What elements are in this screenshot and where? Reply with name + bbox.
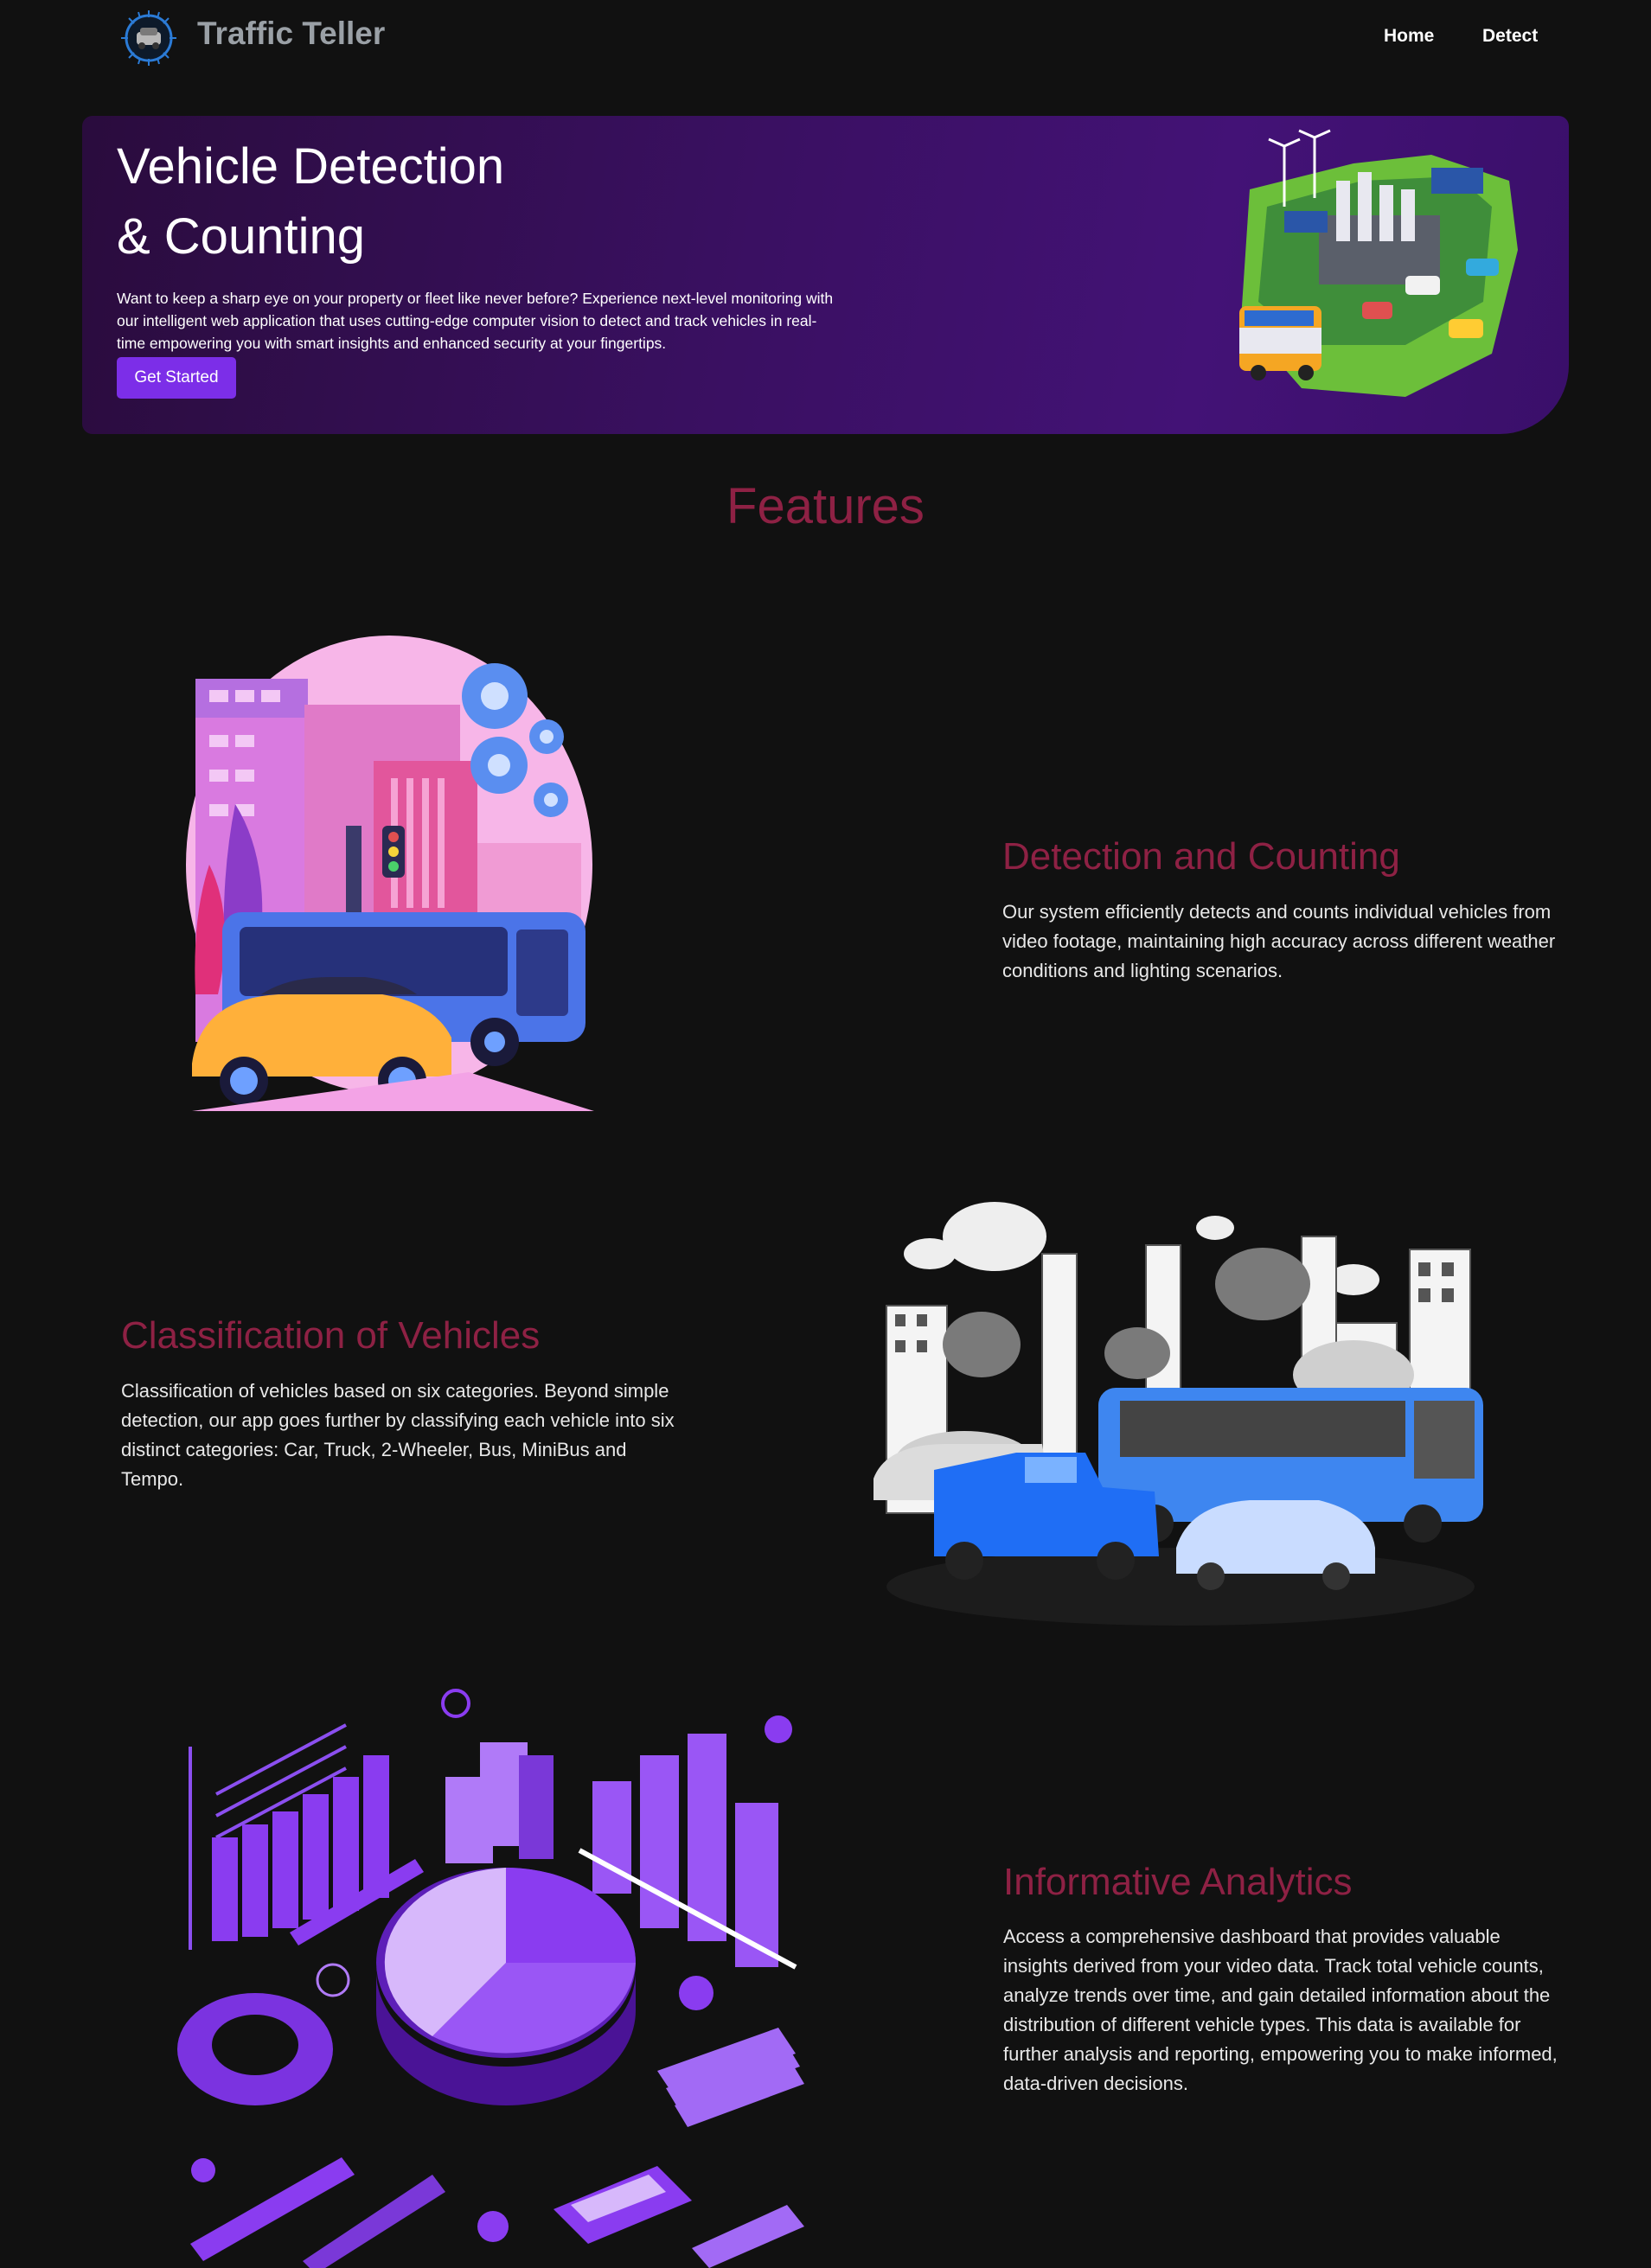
nav-link-home[interactable]: Home — [1384, 26, 1434, 47]
smart-city-illustration — [1239, 129, 1518, 397]
feature-heading-detection: Detection and Counting — [1002, 835, 1400, 878]
get-started-button[interactable]: Get Started — [117, 357, 236, 399]
feature-text-detection: Our system efficiently detects and count… — [1002, 901, 1556, 981]
nav-link-detect[interactable]: Detect — [1482, 26, 1538, 47]
vehicles-city-illustration — [873, 1202, 1483, 1626]
feature-text-analytics: Access a comprehensive dashboard that pr… — [1003, 1926, 1558, 2094]
hero-banner: Vehicle Detection & Counting Want to kee… — [82, 116, 1569, 434]
navbar: Traffic Teller Home Detect — [0, 0, 1651, 74]
feature-heading-analytics: Informative Analytics — [1003, 1861, 1353, 1903]
hero-title-line1: Vehicle Detection — [117, 138, 505, 195]
hero-description: Want to keep a sharp eye on your propert… — [117, 289, 834, 352]
brand-name[interactable]: Traffic Teller — [197, 16, 385, 52]
features-title: Features — [726, 478, 925, 534]
hero-title: Vehicle Detection & Counting — [117, 131, 504, 272]
feature-text-classification: Classification of vehicles based on six … — [121, 1380, 675, 1490]
city-traffic-illustration — [186, 636, 594, 1111]
feature-heading-classification: Classification of Vehicles — [121, 1314, 541, 1357]
hero-title-line2: & Counting — [117, 208, 365, 265]
logo-chip-car-icon[interactable] — [119, 9, 178, 67]
analytics-charts-illustration — [177, 1689, 804, 2268]
